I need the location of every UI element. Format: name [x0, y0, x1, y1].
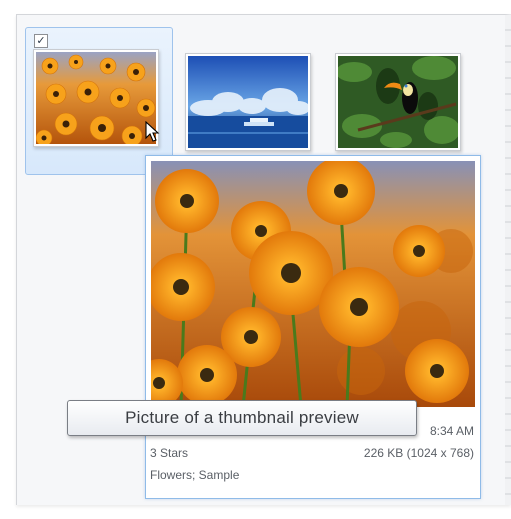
preview-image [151, 161, 475, 407]
toucan-thumbnail[interactable] [335, 53, 461, 151]
date-taken-time: 8:34 AM [429, 424, 474, 438]
thumbnail-preview-popup: 8:34 AM 3 Stars 226 KB (1024 x 768) Flow… [145, 155, 481, 499]
flowers-thumbnail-image [36, 52, 156, 144]
tooltip: Picture of a thumbnail preview [67, 400, 417, 436]
toucan-thumbnail-image [338, 56, 458, 148]
tags-text: Flowers; Sample [150, 468, 240, 482]
flowers-thumbnail[interactable] [33, 49, 159, 147]
mouse-cursor-icon [145, 121, 160, 142]
rating-text: 3 Stars [150, 446, 189, 460]
ocean-thumbnail[interactable] [185, 53, 311, 151]
ocean-thumbnail-image [188, 56, 308, 148]
explorer-pane: ✓ 8:34 AM 3 Stars 226 KB (1024 x 768) Fl… [16, 14, 511, 505]
window-edge [505, 15, 511, 505]
file-size-dimensions: 226 KB (1024 x 768) [363, 446, 474, 460]
thumbnail-checkbox[interactable]: ✓ [34, 34, 48, 48]
